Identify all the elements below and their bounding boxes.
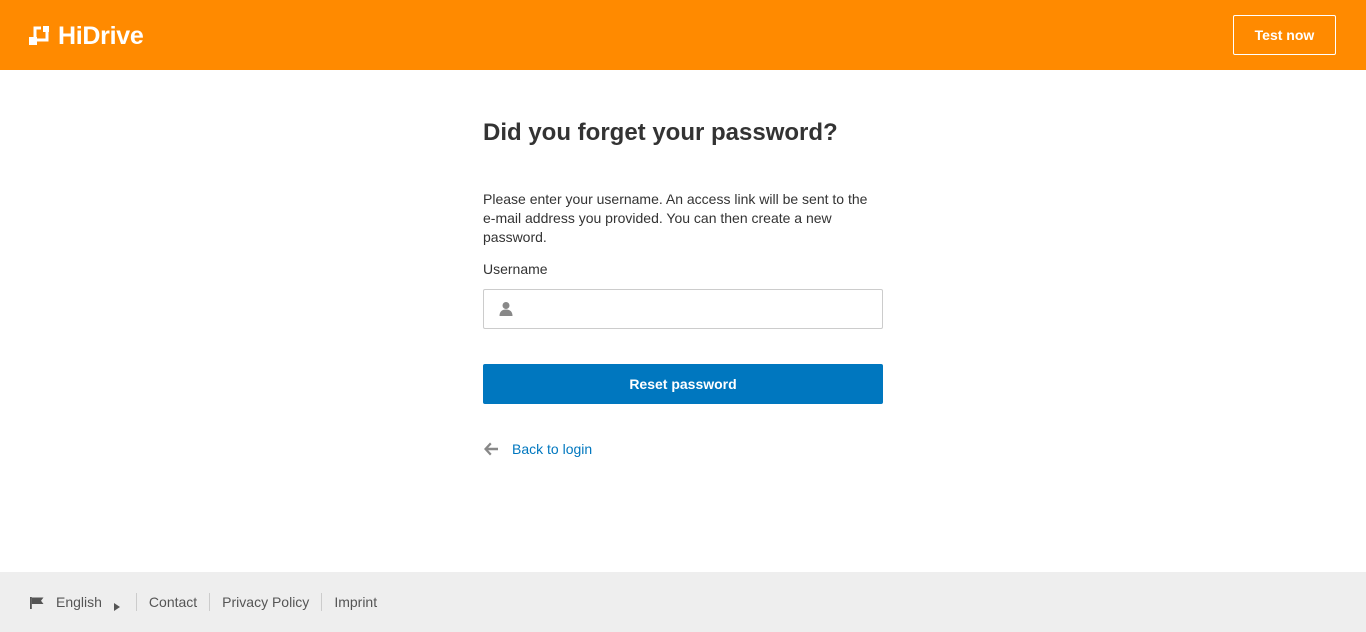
logo-text: HiDrive bbox=[58, 21, 144, 50]
test-now-button[interactable]: Test now bbox=[1233, 15, 1336, 55]
username-field[interactable] bbox=[483, 289, 883, 329]
user-icon bbox=[498, 301, 514, 317]
contact-link[interactable]: Contact bbox=[149, 594, 197, 610]
footer-divider bbox=[135, 593, 137, 611]
username-input[interactable] bbox=[524, 290, 879, 328]
page-title: Did you forget your password? bbox=[483, 119, 838, 146]
imprint-link[interactable]: Imprint bbox=[334, 594, 377, 610]
hidrive-logo[interactable]: HiDrive bbox=[29, 21, 144, 51]
back-to-login-link[interactable]: Back to login bbox=[512, 441, 592, 457]
reset-password-button[interactable]: Reset password bbox=[483, 364, 883, 404]
footer-divider bbox=[209, 593, 211, 611]
language-label[interactable]: English bbox=[56, 594, 102, 610]
hidrive-logo-icon bbox=[29, 26, 49, 46]
arrow-left-icon[interactable] bbox=[483, 441, 499, 457]
caret-right-icon[interactable] bbox=[113, 598, 120, 611]
flag-icon bbox=[30, 596, 44, 609]
footer-divider bbox=[321, 593, 323, 611]
privacy-policy-link[interactable]: Privacy Policy bbox=[222, 594, 309, 610]
username-label: Username bbox=[483, 261, 548, 277]
language-selector[interactable]: English bbox=[30, 594, 120, 611]
instructions-text: Please enter your username. An access li… bbox=[483, 191, 868, 245]
page-footer: English Contact Privacy Policy Imprint bbox=[0, 572, 1366, 632]
top-header: HiDrive Test now bbox=[0, 0, 1366, 70]
back-to-login[interactable]: Back to login bbox=[483, 439, 592, 459]
